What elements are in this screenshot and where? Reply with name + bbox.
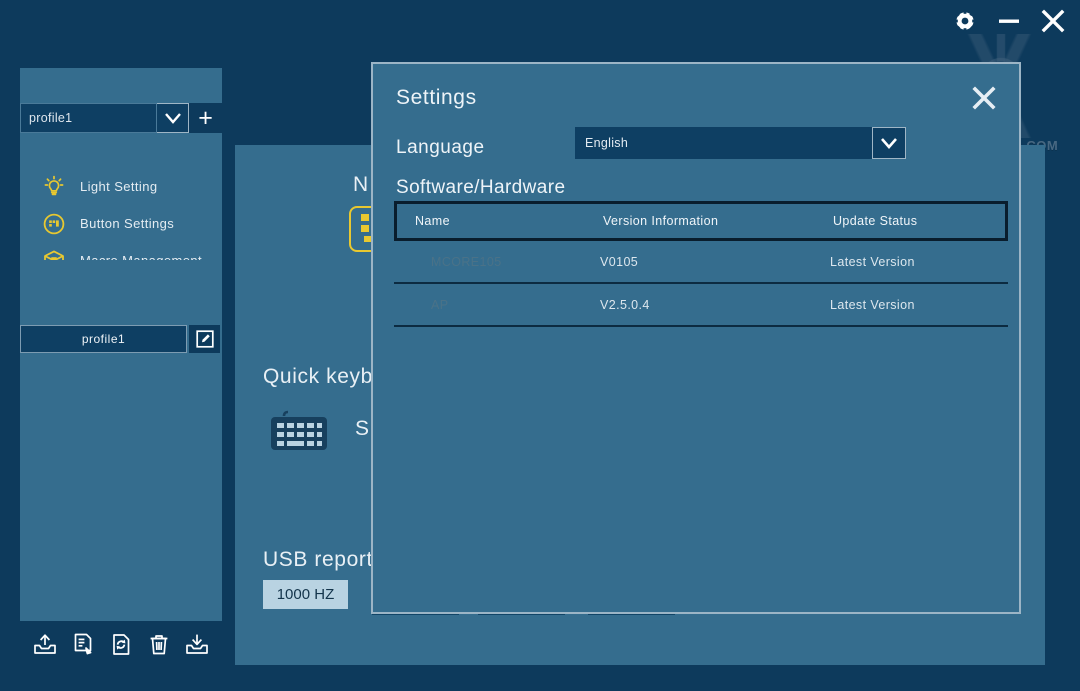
export-tray-icon [34,633,56,654]
sidebar-item-light-setting[interactable]: Light Setting [20,168,222,205]
chevron-down-icon [164,113,181,124]
close-icon [972,86,996,110]
minimize-button[interactable] [996,8,1022,34]
language-select-value[interactable]: English [575,127,872,159]
keyboard-icon [270,410,328,452]
usb-report-label: USB report [263,548,373,571]
export-profile-button[interactable] [30,630,60,660]
cell-status: Latest Version [830,297,915,312]
app-window: VMODTECH.COM [0,0,1080,691]
document-edit-icon [74,633,92,654]
firmware-table: Name Version Information Update Status M… [394,201,1008,327]
reset-profile-button[interactable] [106,630,136,660]
cell-version: V2.5.0.4 [600,297,650,312]
software-hardware-label: Software/Hardware [396,177,566,198]
table-row: AP V2.5.0.4 Latest Version [394,284,1008,327]
usb-report-rate-button[interactable]: 1000 HZ [263,580,348,609]
profile-list: profile1 [20,260,222,452]
settings-gear-button[interactable] [952,8,978,34]
sidebar-item-button-settings[interactable]: Button Settings [20,205,222,242]
column-header-version: Version Information [603,214,719,228]
cell-status: Latest Version [830,254,915,269]
cell-name: AP [431,297,449,312]
language-select: English [575,127,906,159]
import-profile-button[interactable] [182,630,212,660]
mouse-section-title: N [353,173,369,196]
close-icon [1041,9,1065,33]
trash-icon [150,634,168,654]
cell-version: V0105 [600,254,639,269]
window-controls [952,8,1066,34]
dialog-title: Settings [396,86,477,109]
import-tray-icon [186,634,208,654]
chevron-down-icon [881,138,897,149]
quick-keyboard-subtitle: S [355,417,370,440]
sidebar-toolbar [20,621,222,668]
minimize-icon [999,19,1019,23]
edit-pencil-icon [195,330,214,348]
dialog-close-button[interactable] [970,84,998,112]
delete-profile-button[interactable] [144,630,174,660]
close-button[interactable] [1040,8,1066,34]
sidebar: profile1 + Light Setting Button Settings… [20,68,222,668]
profile-dropdown-toggle[interactable] [157,103,189,133]
list-item: profile1 [20,325,222,353]
profile-select-field[interactable]: profile1 [20,103,157,133]
language-label: Language [396,137,485,158]
new-profile-button[interactable] [68,630,98,660]
profile-selector: profile1 + [20,103,222,133]
settings-dialog: Settings Language English Software/Hardw… [371,62,1021,614]
gear-icon [953,9,977,33]
lightbulb-icon [42,175,66,199]
add-profile-button[interactable]: + [189,103,222,133]
button-settings-icon [42,212,66,236]
column-header-status: Update Status [833,214,918,228]
table-header-row: Name Version Information Update Status [394,201,1008,241]
table-row: MCORE105 V0105 Latest Version [394,241,1008,284]
cell-name: MCORE105 [431,254,502,269]
language-dropdown-toggle[interactable] [872,127,906,159]
profile-name-field[interactable]: profile1 [20,325,187,353]
document-refresh-icon [113,633,130,655]
quick-keyboard-title: Quick keybo [263,365,386,388]
edit-profile-button[interactable] [189,325,220,353]
sidebar-item-label: Button Settings [80,216,175,231]
sidebar-item-label: Light Setting [80,179,158,194]
column-header-name: Name [415,214,450,228]
